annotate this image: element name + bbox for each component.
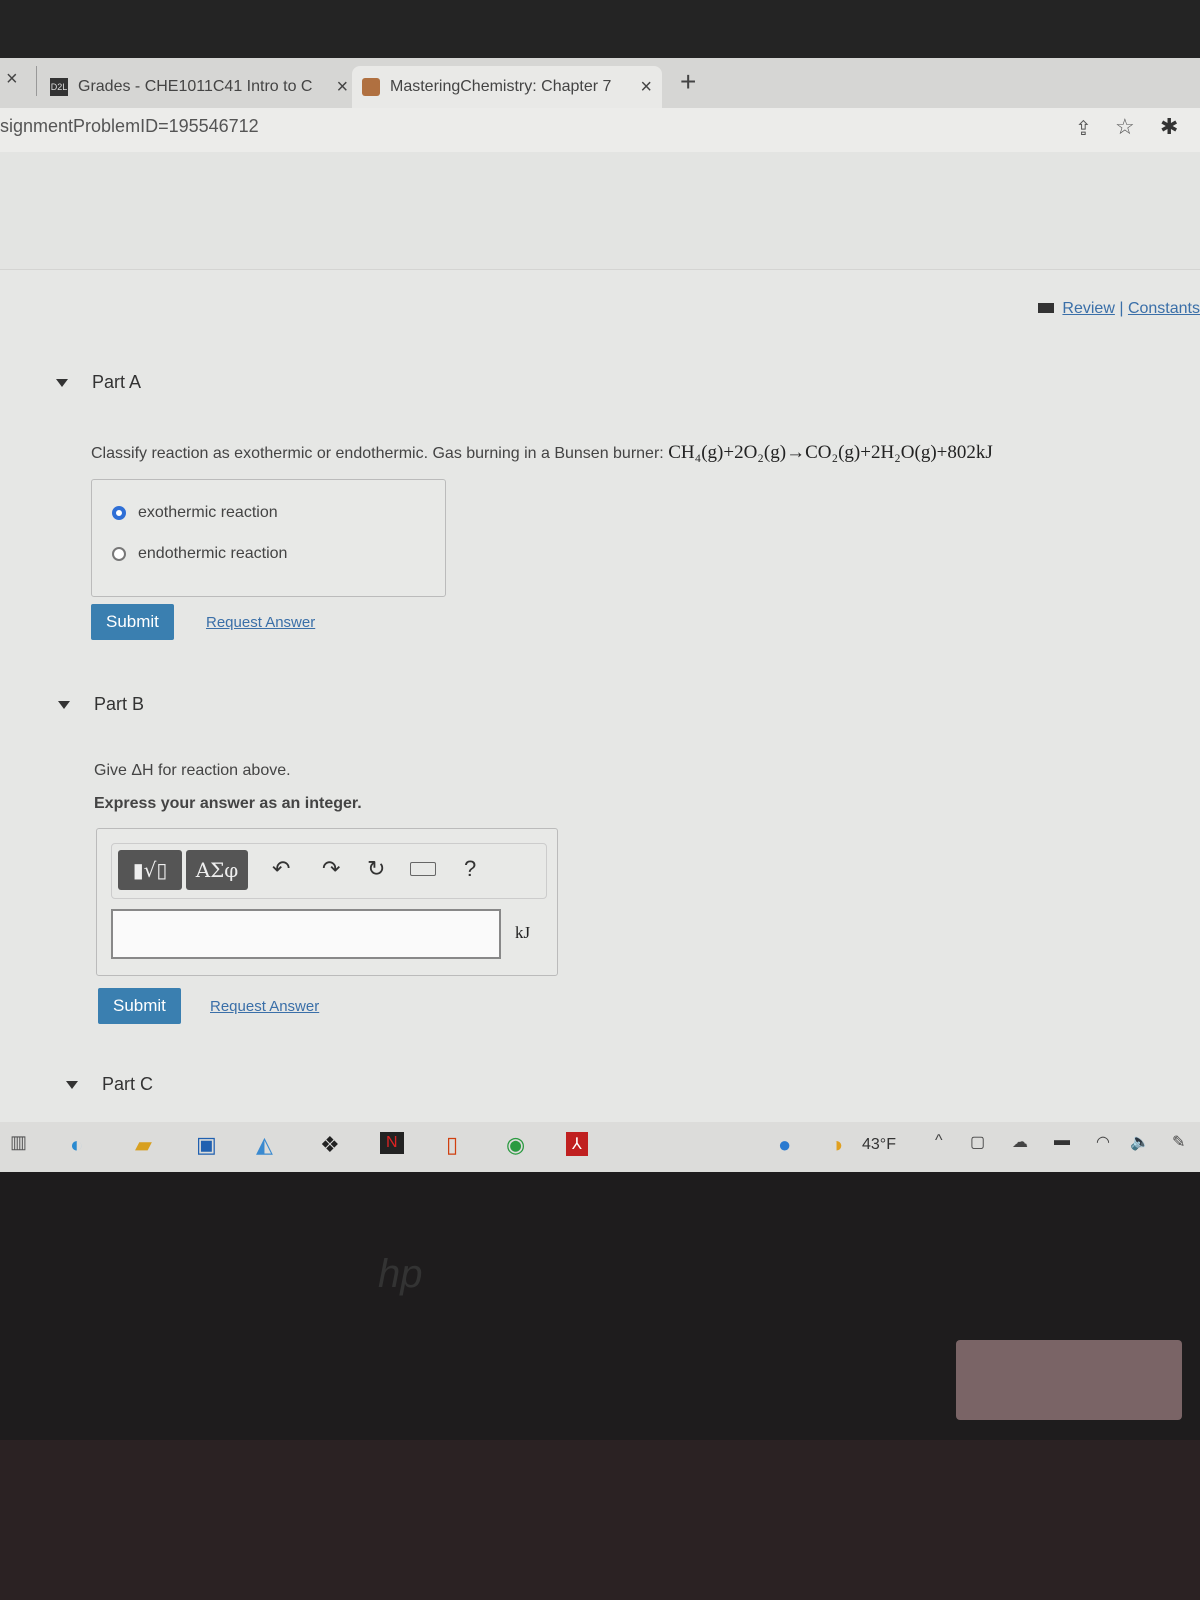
keyboard-area [0, 1440, 1200, 1600]
part-a-header[interactable]: Part A [56, 372, 141, 393]
redo-icon[interactable]: ↷ [322, 856, 340, 882]
file-explorer-icon[interactable]: ▰ [135, 1132, 152, 1158]
battery-icon[interactable]: ▬ [1054, 1132, 1070, 1150]
tab-grades[interactable]: D2L Grades - CHE1011C41 Intro to C × [40, 66, 358, 108]
office-icon[interactable]: ▯ [446, 1132, 458, 1158]
onedrive-icon[interactable]: ☁ [1012, 1132, 1028, 1152]
tab-label: MasteringChemistry: Chapter 7 [390, 78, 612, 95]
constants-link[interactable]: Constants [1128, 300, 1200, 317]
task-view-icon[interactable]: ▥ [10, 1132, 27, 1153]
star-icon[interactable]: ☆ [1115, 114, 1135, 140]
part-b-header[interactable]: Part B [58, 694, 144, 715]
weather-temp[interactable]: 43°F [862, 1136, 896, 1154]
help-app-icon[interactable]: ● [778, 1132, 791, 1158]
option-label: exothermic reaction [138, 504, 278, 521]
part-b-question: Give ΔH for reaction above. [94, 762, 291, 779]
part-a-question: Classify reaction as exothermic or endot… [91, 442, 993, 464]
d2l-icon: D2L [50, 78, 68, 96]
answer-options: exothermic reaction endothermic reaction [91, 479, 446, 597]
undo-icon[interactable]: ↶ [272, 856, 290, 882]
close-tab-button[interactable]: × [6, 68, 18, 91]
book-icon [1037, 303, 1054, 313]
collapse-triangle-icon [66, 1080, 78, 1089]
mail-icon[interactable]: ◭ [256, 1132, 273, 1158]
templates-button[interactable]: ▮√▯ [118, 850, 182, 890]
option-endothermic[interactable]: endothermic reaction [112, 545, 287, 563]
answer-box: ▮√▯ ΑΣφ ↶ ↷ ↻ ? kJ [96, 828, 558, 976]
pen-icon[interactable]: ✎ [1172, 1132, 1185, 1152]
netflix-icon[interactable]: N [380, 1132, 404, 1154]
mastering-icon [362, 78, 380, 96]
part-a-request-answer-link[interactable]: Request Answer [206, 614, 315, 631]
collapse-triangle-icon [58, 700, 70, 709]
meet-icon[interactable]: ▢ [970, 1132, 985, 1152]
chevron-up-icon[interactable]: ^ [935, 1132, 943, 1150]
part-b-request-answer-link[interactable]: Request Answer [210, 998, 319, 1015]
keyboard-icon[interactable] [410, 862, 436, 876]
volume-icon[interactable]: 🔈 [1130, 1132, 1150, 1152]
page-header [0, 152, 1200, 270]
part-c-header[interactable]: Part C [66, 1074, 153, 1095]
greek-symbols-button[interactable]: ΑΣφ [186, 850, 248, 890]
store-icon[interactable]: ▣ [196, 1132, 217, 1158]
dropbox-icon[interactable]: ❖ [320, 1132, 340, 1158]
screen-bezel [0, 0, 1200, 58]
review-link[interactable]: Review [1062, 300, 1114, 317]
taskbar: ▥ ◐ ▰ ▣ ◭ ❖ N ▯ ◉ ⅄ ● ◑ 43°F ^ ▢ ☁ ▬ ◠ 🔈… [0, 1122, 1200, 1172]
weather-icon: ◑ [830, 1132, 844, 1157]
chrome-icon[interactable]: ◉ [506, 1132, 525, 1158]
edge-icon[interactable]: ◐ [70, 1132, 83, 1158]
question-text: Classify reaction as exothermic or endot… [91, 445, 664, 462]
option-exothermic[interactable]: exothermic reaction [112, 504, 278, 522]
new-tab-button[interactable]: + [680, 66, 696, 98]
tab-bar: × D2L Grades - CHE1011C41 Intro to C × M… [0, 58, 1200, 108]
chemical-equation: CH₄(g)+2O₂(g)→CO₂(g)+2H₂O(g)+802kJ [668, 442, 993, 463]
part-a-submit-button[interactable]: Submit [91, 604, 174, 640]
answer-input[interactable] [111, 909, 501, 959]
separator: | [1119, 300, 1124, 317]
extensions-icon[interactable]: ✱ [1160, 114, 1178, 140]
tab-divider [36, 66, 37, 96]
part-title: Part B [94, 694, 145, 714]
option-label: endothermic reaction [138, 545, 288, 562]
collapse-triangle-icon [56, 378, 68, 387]
tab-label: Grades - CHE1011C41 Intro to C [78, 78, 313, 95]
address-bar[interactable]: signmentProblemID=195546712 ⇪ ☆ ✱ [0, 108, 1200, 152]
share-icon[interactable]: ⇪ [1075, 116, 1092, 141]
tab-mastering[interactable]: MasteringChemistry: Chapter 7 × [352, 66, 662, 108]
header-links: Review | Constants [1037, 300, 1200, 318]
acrobat-icon[interactable]: ⅄ [566, 1132, 588, 1156]
radio-selected[interactable] [112, 506, 126, 520]
part-title: Part A [92, 372, 142, 392]
help-button[interactable]: ? [464, 856, 476, 882]
wifi-icon[interactable]: ◠ [1096, 1132, 1110, 1152]
hp-logo: hp [378, 1252, 423, 1296]
unit-label: kJ [515, 923, 531, 942]
reset-icon[interactable]: ↻ [367, 856, 385, 882]
url-text: signmentProblemID=195546712 [0, 116, 259, 136]
close-tab-icon[interactable]: × [336, 76, 348, 99]
part-b-instruction: Express your answer as an integer. [94, 795, 362, 812]
page-content: Review | Constants Part A Classify react… [0, 152, 1200, 1122]
radio-unselected[interactable] [112, 547, 126, 561]
laptop-hinge [956, 1340, 1182, 1420]
close-tab-icon[interactable]: × [640, 76, 652, 99]
math-toolbar: ▮√▯ ΑΣφ ↶ ↷ ↻ ? [111, 843, 547, 899]
part-b-submit-button[interactable]: Submit [98, 988, 181, 1024]
part-title: Part C [102, 1074, 154, 1094]
